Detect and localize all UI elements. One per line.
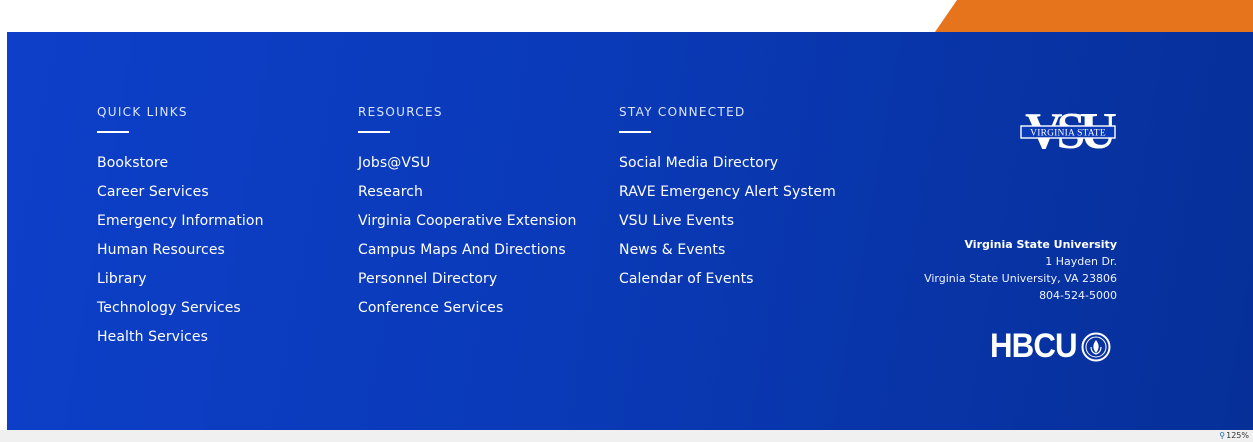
list-item: Emergency Information	[97, 213, 264, 242]
link-research[interactable]: Research	[358, 184, 423, 200]
list-item: Calendar of Events	[619, 271, 836, 300]
browser-status-bar: ⚲125%	[0, 430, 1253, 442]
link-vsu-live-events[interactable]: VSU Live Events	[619, 213, 734, 229]
list-item: Personnel Directory	[358, 271, 576, 300]
list-item: Health Services	[97, 329, 264, 358]
link-calendar-of-events[interactable]: Calendar of Events	[619, 271, 754, 287]
list-item: Library	[97, 271, 264, 300]
list-item: News & Events	[619, 242, 836, 271]
site-footer: QUICK LINKS Bookstore Career Services Em…	[7, 32, 1253, 430]
heading-divider	[97, 131, 129, 133]
resources-heading: RESOURCES	[358, 105, 443, 119]
list-item: Technology Services	[97, 300, 264, 329]
link-bookstore[interactable]: Bookstore	[97, 155, 168, 171]
vsu-logo[interactable]: VSU VIRGINIA STATE	[1019, 100, 1117, 156]
link-cooperative-extension[interactable]: Virginia Cooperative Extension	[358, 213, 576, 229]
stay-connected-list: Social Media Directory RAVE Emergency Al…	[619, 155, 836, 300]
list-item: Conference Services	[358, 300, 576, 329]
university-name: Virginia State University	[964, 238, 1117, 251]
link-library[interactable]: Library	[97, 271, 147, 287]
hbcu-seal-icon	[1081, 332, 1111, 362]
link-campus-maps[interactable]: Campus Maps And Directions	[358, 242, 566, 258]
street-address: 1 Hayden Dr.	[1045, 255, 1117, 268]
hbcu-label: HBCU	[990, 327, 1078, 365]
list-item: Social Media Directory	[619, 155, 836, 184]
list-item: RAVE Emergency Alert System	[619, 184, 836, 213]
university-address: Virginia State University 1 Hayden Dr. V…	[924, 236, 1117, 304]
list-item: Jobs@VSU	[358, 155, 576, 184]
link-news-events[interactable]: News & Events	[619, 242, 725, 258]
quick-links-heading: QUICK LINKS	[97, 105, 188, 119]
link-health-services[interactable]: Health Services	[97, 329, 208, 345]
logo-banner-text: VIRGINIA STATE	[1030, 129, 1106, 139]
zoom-level: 125%	[1226, 431, 1249, 440]
quick-links-column: QUICK LINKS Bookstore Career Services Em…	[97, 104, 264, 358]
orange-accent-tab	[935, 0, 1253, 32]
list-item: Research	[358, 184, 576, 213]
link-rave-alert-system[interactable]: RAVE Emergency Alert System	[619, 184, 836, 200]
list-item: Campus Maps And Directions	[358, 242, 576, 271]
link-emergency-information[interactable]: Emergency Information	[97, 213, 264, 229]
magnifier-icon: ⚲	[1219, 431, 1226, 440]
heading-divider	[619, 131, 651, 133]
list-item: Bookstore	[97, 155, 264, 184]
phone-number[interactable]: 804-524-5000	[924, 287, 1117, 304]
resources-list: Jobs@VSU Research Virginia Cooperative E…	[358, 155, 576, 329]
stay-connected-heading: STAY CONNECTED	[619, 105, 746, 119]
quick-links-list: Bookstore Career Services Emergency Info…	[97, 155, 264, 358]
city-state-zip: Virginia State University, VA 23806	[924, 272, 1117, 285]
link-technology-services[interactable]: Technology Services	[97, 300, 241, 316]
link-social-media-directory[interactable]: Social Media Directory	[619, 155, 778, 171]
list-item: VSU Live Events	[619, 213, 836, 242]
link-career-services[interactable]: Career Services	[97, 184, 209, 200]
list-item: Virginia Cooperative Extension	[358, 213, 576, 242]
stay-connected-column: STAY CONNECTED Social Media Directory RA…	[619, 104, 836, 300]
list-item: Human Resources	[97, 242, 264, 271]
link-conference-services[interactable]: Conference Services	[358, 300, 503, 316]
link-personnel-directory[interactable]: Personnel Directory	[358, 271, 497, 287]
zoom-indicator[interactable]: ⚲125%	[1219, 430, 1249, 442]
link-jobs-vsu[interactable]: Jobs@VSU	[358, 155, 430, 171]
link-human-resources[interactable]: Human Resources	[97, 242, 225, 258]
heading-divider	[358, 131, 390, 133]
resources-column: RESOURCES Jobs@VSU Research Virginia Coo…	[358, 104, 576, 329]
list-item: Career Services	[97, 184, 264, 213]
